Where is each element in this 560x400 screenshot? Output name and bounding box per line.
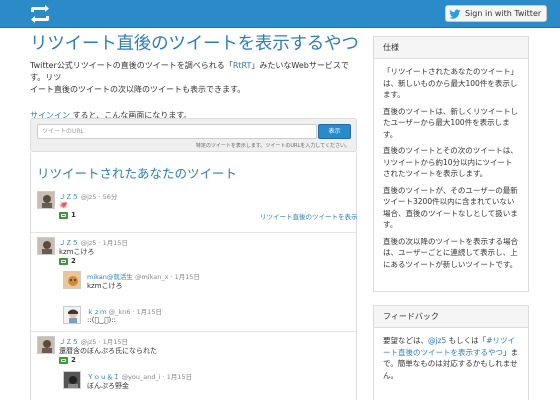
tweet-meta: ＪＺ５ @jz5 · 1月15日 [59, 237, 128, 247]
avatar [63, 271, 81, 289]
tweet-author[interactable]: ｋｚｍ [87, 308, 107, 316]
rtrt-link[interactable]: RtRT [233, 61, 252, 70]
tweet-url-input[interactable]: ツイートのURL [37, 124, 317, 139]
spec-box: 仕様 「リツイートされたあなたのツイート」は、新しいものから最大100件を表示し… [373, 36, 529, 292]
spec-title: 仕様 [374, 37, 528, 59]
tweet-handle-time: @mikan_x · 1月15日 [134, 273, 201, 281]
tweet-handle-time: @_kn6 · 1月15日 [108, 308, 162, 316]
show-button[interactable]: 表示 [318, 124, 351, 139]
intro-text: Twitter公式リツイートの直後のツイートを調べられる「RtRT」みたいなWe… [30, 60, 360, 96]
sign-in-label: Sign in with Twitter [465, 9, 542, 18]
tweet-author[interactable]: ＪＺ５ [59, 239, 79, 247]
tweet-meta: Ｙｏｕ＆Ｉ @you_and_i · 1月15日 [87, 371, 192, 381]
spec-paragraph: 直後のツイートが、そのユーザーの最新ツイート3200件以内に含まれていない場合、… [383, 185, 518, 230]
feedback-text: もしくは「 [446, 336, 487, 345]
intro-text-part: Twitter公式リツイートの直後のツイートを調べられる「 [30, 61, 233, 70]
retweet-count-value: 2 [71, 356, 76, 364]
avatar [37, 336, 55, 354]
tweet-author[interactable]: mikan@就活生 [87, 273, 133, 281]
divider [31, 331, 356, 332]
feedback-title: フィードバック [374, 306, 528, 328]
retweet-count: 1 [59, 211, 76, 219]
tweet-text: kzmこけろ [87, 282, 123, 290]
avatar [63, 306, 81, 324]
tweet-meta: ＪＺ５ @jz5 · 1月15日 [59, 336, 128, 346]
retweet-count-value: 1 [71, 211, 76, 219]
feedback-text: 要望などは、 [383, 336, 428, 345]
jz5-link[interactable]: @jz5 [428, 336, 446, 345]
spec-paragraph: 直後の次以降のツイートを表示する場合は、ユーザーごとに連続して表示し、上にあるツ… [383, 236, 518, 269]
tweet-handle-time: @you_and_i · 1月15日 [121, 373, 193, 381]
retweet-icon [59, 211, 68, 219]
retweet-logo-icon[interactable] [28, 4, 52, 24]
tweet-text: 還暦含のぼんぷろ氏になられた [59, 347, 157, 355]
retweet-icon [59, 356, 68, 364]
tweet-url-form: ツイートのURL 表示 特定のツイートを表示します。ツイートのURLを入力してく… [30, 118, 357, 152]
avatar [37, 237, 55, 255]
top-navbar: Sign in with Twitter [0, 0, 560, 28]
retweet-count-value: 2 [71, 257, 76, 265]
tweet-author[interactable]: ＪＺ５ [59, 193, 79, 201]
avatar [37, 191, 55, 209]
intro-text-part: イート直後のツイートの次以降のツイートも表示できます。 [30, 85, 246, 94]
retweet-icon [59, 257, 68, 265]
panel-title: リツイートされたあなたのツイート [37, 166, 238, 181]
tweet-handle-time: @jz5 · 56分 [80, 193, 118, 201]
show-following-tweets-link[interactable]: リツイート直後のツイートを表示 [260, 211, 358, 221]
page-title: リツイート直後のツイートを表示するやつ [30, 34, 359, 54]
tweet-meta: ｋｚｍ @_kn6 · 1月15日 [87, 306, 162, 316]
spec-body: 「リツイートされたあなたのツイート」は、新しいものから最大100件を表示します。… [374, 59, 528, 281]
spec-paragraph: 直後のツイートは、新しくリツイートしたユーザーから最大100件を表示します。 [383, 106, 518, 139]
tweet-text: ぼんぷろ野金 [87, 382, 129, 390]
retweet-count: 2 [59, 356, 76, 364]
spec-paragraph: 「リツイートされたあなたのツイート」は、新しいものから最大100件を表示します。 [383, 67, 518, 99]
tweet-handle-time: @jz5 · 1月15日 [80, 239, 129, 247]
url-help-text: 特定のツイートを表示します。ツイートのURLを入力してください。 [195, 143, 350, 149]
twitter-bird-icon [449, 9, 461, 19]
tweet-handle-time: @jz5 · 1月15日 [80, 338, 129, 346]
tweet-text: ::(ﾟ‿ﾟ):: [87, 316, 116, 324]
sign-in-with-twitter-button[interactable]: Sign in with Twitter [445, 5, 548, 22]
divider [31, 232, 356, 233]
tweet-author[interactable]: Ｙｏｕ＆Ｉ [87, 373, 120, 381]
avatar [63, 371, 81, 389]
retweeted-tweets-panel: リツイートされたあなたのツイート ＪＺ５ @jz5 · 56分 🐙 1 リツイー… [30, 153, 358, 400]
tweet-meta: mikan@就活生 @mikan_x · 1月15日 [87, 271, 200, 281]
spec-paragraph: 直後のツイートとその次のツイートは、リツイートから約10分以内にツイートされたツ… [383, 146, 518, 178]
tweet-meta: ＪＺ５ @jz5 · 56分 [59, 191, 117, 201]
retweet-count: 2 [59, 257, 76, 265]
tweet-text: kzmこけろ [59, 248, 95, 256]
main-content: リツイート直後のツイートを表示するやつ Twitter公式リツイートの直後のツイ… [30, 32, 360, 121]
tweet-text: 🐙 [59, 201, 68, 209]
tweet-author[interactable]: ＪＺ５ [59, 338, 79, 346]
feedback-box: フィードバック 要望などは、@jz5 もしくは「#リツイート直後のツイートを表示… [373, 305, 529, 400]
feedback-body: 要望などは、@jz5 もしくは「#リツイート直後のツイートを表示するやつ」まで。… [374, 328, 528, 387]
